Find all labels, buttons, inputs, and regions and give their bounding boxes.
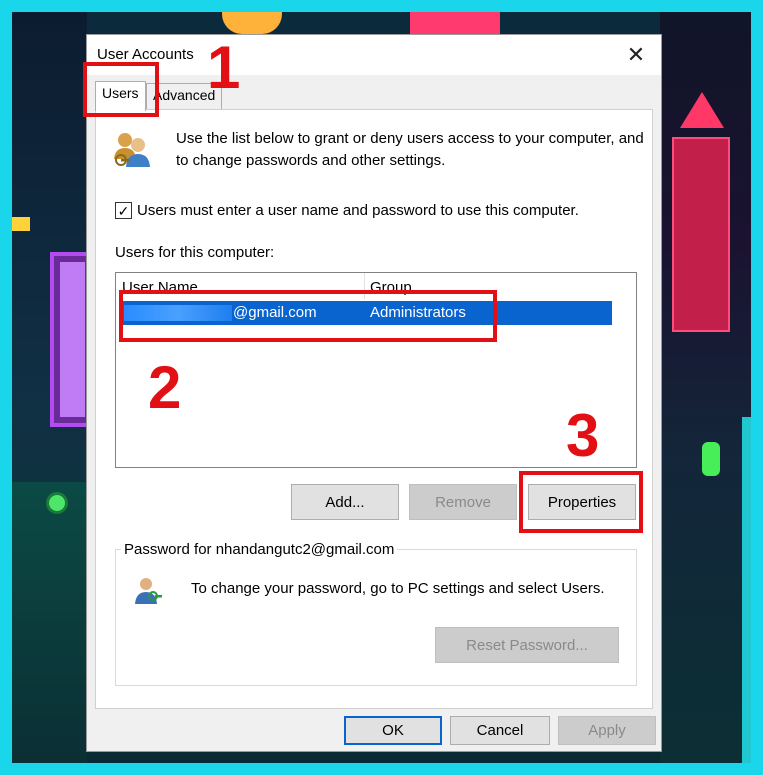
reset-password-button[interactable]: Reset Password... — [435, 627, 619, 663]
cancel-button[interactable]: Cancel — [450, 716, 550, 745]
title-bar: User Accounts ✕ — [87, 35, 661, 75]
tab-users[interactable]: Users — [95, 81, 146, 111]
close-icon[interactable]: ✕ — [621, 40, 651, 70]
intro-text: Use the list below to grant or deny user… — [176, 130, 644, 169]
password-instructions: To change your password, go to PC settin… — [191, 580, 605, 597]
add-user-button[interactable]: Add... — [291, 484, 399, 520]
require-login-checkbox[interactable]: ✓ — [115, 202, 132, 219]
apply-button[interactable]: Apply — [558, 716, 656, 745]
ok-button[interactable]: OK — [344, 716, 442, 745]
annotation-step-1: 1 — [207, 34, 241, 101]
require-login-label: Users must enter a user name and passwor… — [137, 202, 579, 219]
user-key-icon — [135, 578, 162, 604]
users-list-label: Users for this computer: — [115, 244, 275, 261]
annotation-box-properties — [519, 471, 643, 533]
window-title: User Accounts — [97, 46, 194, 63]
remove-user-button[interactable]: Remove — [409, 484, 517, 520]
annotation-step-3: 3 — [566, 402, 600, 469]
password-groupbox — [115, 549, 637, 686]
annotation-step-2: 2 — [148, 354, 182, 421]
password-group-legend: Password for nhandangutc2@gmail.com — [121, 541, 398, 558]
users-group-icon — [114, 133, 150, 167]
require-login-row[interactable]: ✓ Users must enter a user name and passw… — [115, 202, 579, 219]
annotation-box-user-row — [119, 290, 497, 342]
